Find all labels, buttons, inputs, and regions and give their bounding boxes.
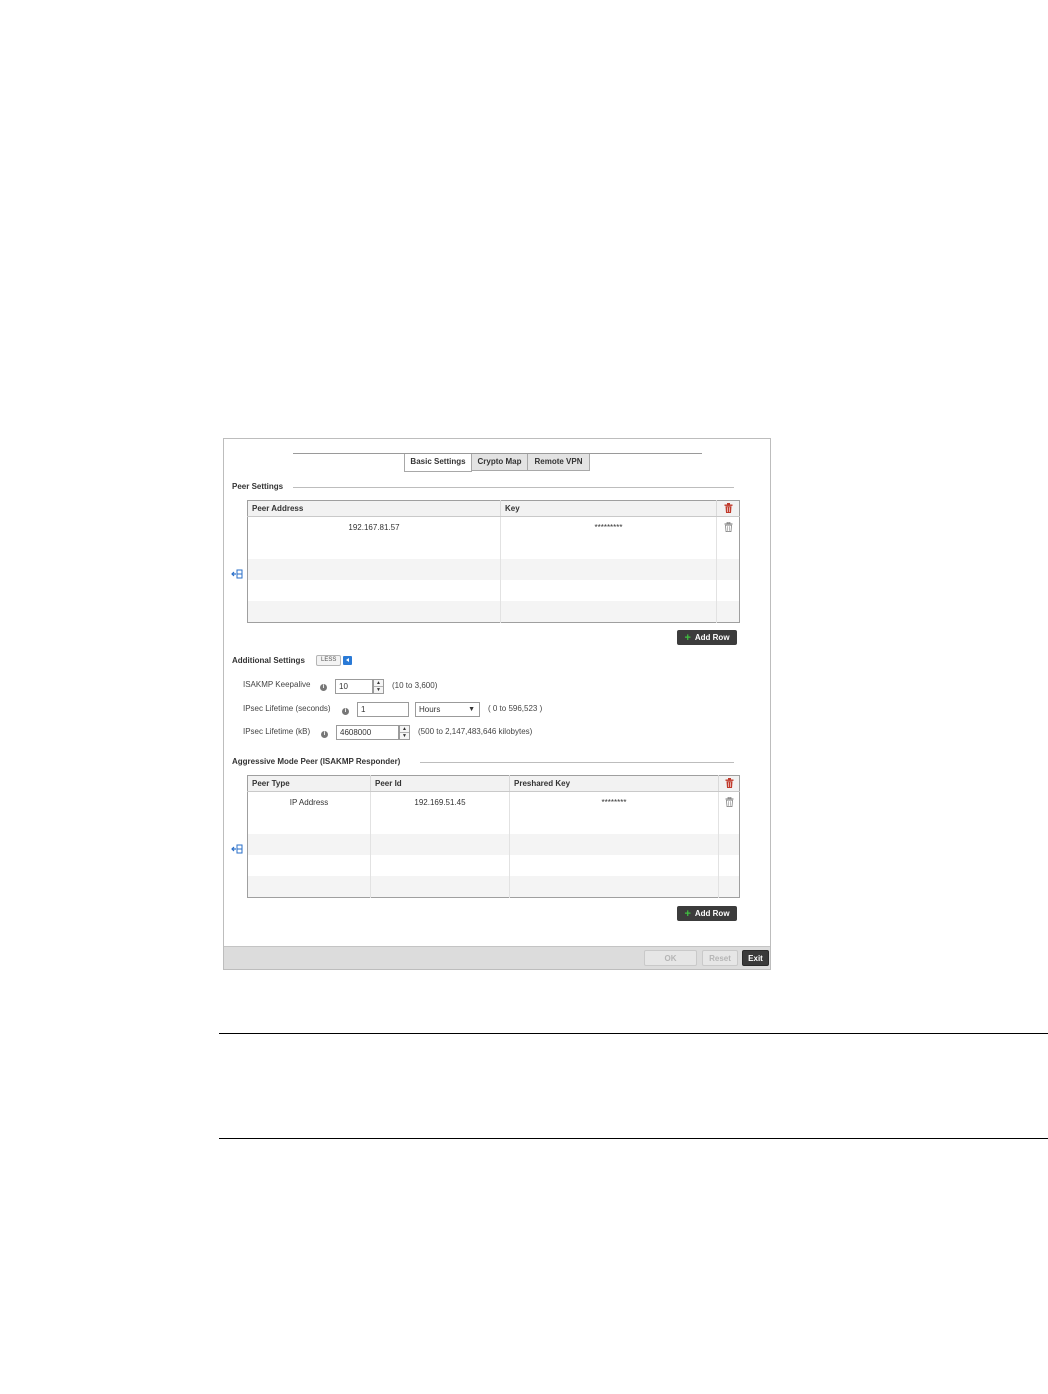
section-divider — [420, 762, 734, 763]
ipsec-lifetime-kb-label: IPsec Lifetime (kB) — [243, 727, 311, 736]
peer-id-cell[interactable]: 192.169.51.45 — [370, 791, 510, 813]
delete-all-button[interactable] — [718, 775, 740, 792]
info-icon[interactable]: i — [320, 684, 327, 691]
ipsec-lifetime-kb-range: (500 to 2,147,483,646 kilobytes) — [418, 727, 533, 736]
table-row[interactable]: IP Address 192.169.51.45 ******** — [247, 791, 740, 814]
exit-button[interactable]: Exit — [742, 950, 769, 966]
isakmp-keepalive-range: (10 to 3,600) — [392, 681, 438, 690]
table-row — [247, 855, 740, 876]
page-divider — [219, 1033, 1048, 1034]
table-row — [247, 538, 740, 559]
ipsec-lifetime-seconds-input[interactable]: 1 — [357, 702, 409, 717]
plus-icon: + — [684, 631, 691, 644]
table-row — [247, 601, 740, 623]
selected-unit: Hours — [419, 705, 441, 714]
column-header[interactable]: Peer Address — [247, 500, 501, 517]
delete-row-button[interactable] — [719, 792, 740, 814]
peer-settings-title: Peer Settings — [232, 482, 284, 491]
ipsec-lifetime-kb-stepper[interactable]: ▲ ▼ — [399, 725, 410, 740]
add-row-button[interactable]: + Add Row — [677, 906, 737, 921]
table-row — [247, 813, 740, 834]
isakmp-keepalive-label: ISAKMP Keepalive — [243, 680, 311, 689]
delete-all-button[interactable] — [716, 500, 740, 517]
table-row — [247, 580, 740, 601]
aggressive-mode-title: Aggressive Mode Peer (ISAKMP Responder) — [232, 757, 401, 766]
key-cell[interactable]: ********* — [500, 516, 717, 538]
column-header[interactable]: Preshared Key — [509, 775, 719, 792]
add-row-label: Add Row — [694, 909, 730, 918]
preshared-key-cell[interactable]: ******** — [509, 791, 719, 813]
aggressive-mode-table: Peer Type Peer Id Preshared Key IP Addre… — [247, 775, 740, 898]
column-header[interactable]: Peer Id — [370, 775, 510, 792]
peer-address-cell[interactable]: 192.167.81.57 — [247, 516, 501, 538]
additional-settings-title: Additional Settings — [232, 656, 305, 665]
chevron-down-icon: ▼ — [468, 706, 475, 713]
insert-row-icon[interactable] — [231, 569, 243, 579]
insert-row-icon[interactable] — [231, 844, 243, 854]
trash-icon — [724, 502, 732, 513]
plus-icon: + — [684, 907, 691, 920]
delete-row-button[interactable] — [717, 517, 740, 539]
trash-icon — [725, 777, 733, 788]
trash-icon — [724, 521, 732, 532]
page-divider — [219, 1138, 1048, 1139]
spin-down-icon[interactable]: ▼ — [400, 732, 409, 739]
ipsec-lifetime-kb-input[interactable]: 4608000 — [336, 725, 399, 740]
peer-type-cell[interactable]: IP Address — [247, 791, 371, 813]
ipsec-lifetime-seconds-label: IPsec Lifetime (seconds) — [243, 704, 331, 713]
dialog-footer: OK Reset Exit — [224, 946, 770, 969]
info-icon[interactable]: i — [342, 708, 349, 715]
column-header[interactable]: Key — [500, 500, 717, 517]
collapse-arrow-icon — [343, 656, 353, 665]
peer-settings-table: Peer Address Key 192.167.81.57 ********* — [247, 500, 740, 623]
tab-remote-vpn[interactable]: Remote VPN — [528, 454, 590, 471]
ipsec-lifetime-seconds-range: ( 0 to 596,523 ) — [488, 704, 543, 713]
tab-crypto-map[interactable]: Crypto Map — [472, 454, 528, 471]
info-icon[interactable]: i — [321, 731, 328, 738]
reset-button[interactable]: Reset — [702, 950, 738, 966]
add-row-button[interactable]: + Add Row — [677, 630, 737, 645]
trash-icon — [725, 796, 733, 807]
add-row-label: Add Row — [694, 633, 730, 642]
ok-button[interactable]: OK — [644, 950, 697, 966]
less-toggle-button[interactable]: LESS — [316, 655, 353, 666]
ipsec-lifetime-unit-select[interactable]: Hours ▼ — [415, 702, 480, 717]
tab-basic-settings[interactable]: Basic Settings — [404, 454, 472, 472]
tab-bar: Basic Settings Crypto Map Remote VPN — [404, 454, 590, 472]
isakmp-keepalive-stepper[interactable]: ▲ ▼ — [373, 679, 384, 694]
section-divider — [293, 487, 734, 488]
table-row — [247, 834, 740, 855]
column-header[interactable]: Peer Type — [247, 775, 371, 792]
table-row — [247, 876, 740, 898]
less-label: LESS — [316, 655, 342, 666]
spin-down-icon[interactable]: ▼ — [374, 686, 383, 693]
isakmp-keepalive-input[interactable]: 10 — [335, 679, 373, 694]
table-row[interactable]: 192.167.81.57 ********* — [247, 516, 740, 539]
vpn-policy-dialog: Basic Settings Crypto Map Remote VPN Pee… — [223, 438, 771, 970]
table-row — [247, 559, 740, 580]
